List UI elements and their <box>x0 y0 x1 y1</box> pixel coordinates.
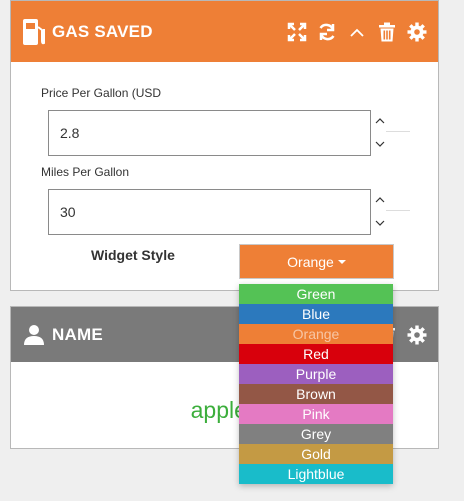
style-option-red[interactable]: Red <box>239 344 393 364</box>
user-icon <box>22 320 46 350</box>
gas-pump-icon <box>22 17 46 47</box>
price-per-gallon-input[interactable] <box>48 110 371 156</box>
refresh-icon[interactable] <box>312 17 342 47</box>
style-option-blue[interactable]: Blue <box>239 304 393 324</box>
style-option-purple[interactable]: Purple <box>239 364 393 384</box>
style-option-gold[interactable]: Gold <box>239 444 393 464</box>
spinner-divider <box>386 131 410 132</box>
mpg-decrement-icon[interactable] <box>372 212 410 234</box>
mpg-increment-icon[interactable] <box>372 189 410 211</box>
price-per-gallon-label: Price Per Gallon (USD <box>41 86 162 100</box>
spinner-divider <box>386 210 410 211</box>
price-decrement-icon[interactable] <box>372 133 410 155</box>
widget-style-menu: Green Blue Orange Red Purple Brown Pink Grey Gol… <box>239 284 393 484</box>
dashboard: GAS SAVED Price Per Gallon (USD 2.8 Mile… <box>0 0 464 501</box>
miles-per-gallon-label: Miles Per Gallon <box>41 165 130 179</box>
collapse-icon[interactable] <box>342 17 372 47</box>
gas-saved-widget: GAS SAVED Price Per Gallon (USD 2.8 Mile… <box>10 0 439 291</box>
widget-title: GAS SAVED <box>52 21 153 41</box>
style-option-orange[interactable]: Orange <box>239 324 393 344</box>
widget-style-selected: Orange <box>287 253 334 270</box>
gear-icon[interactable] <box>402 320 432 350</box>
miles-per-gallon-input[interactable] <box>48 189 371 235</box>
expand-icon[interactable] <box>282 17 312 47</box>
widget-header: GAS SAVED <box>11 1 438 62</box>
style-option-pink[interactable]: Pink <box>239 404 393 424</box>
price-increment-icon[interactable] <box>372 110 410 132</box>
widget-toolbar <box>282 1 432 62</box>
gear-icon[interactable] <box>402 17 432 47</box>
style-option-brown[interactable]: Brown <box>239 384 393 404</box>
mpg-spinner <box>372 189 410 235</box>
trash-icon[interactable] <box>372 17 402 47</box>
style-option-lightblue[interactable]: Lightblue <box>239 464 393 484</box>
widget-title: NAME <box>52 324 103 344</box>
widget-style-label: Widget Style <box>91 247 175 263</box>
style-option-green[interactable]: Green <box>239 284 393 304</box>
caret-down-icon <box>337 259 346 264</box>
price-spinner <box>372 110 410 156</box>
style-option-grey[interactable]: Grey <box>239 424 393 444</box>
widget-style-dropdown[interactable]: Orange <box>239 244 394 279</box>
